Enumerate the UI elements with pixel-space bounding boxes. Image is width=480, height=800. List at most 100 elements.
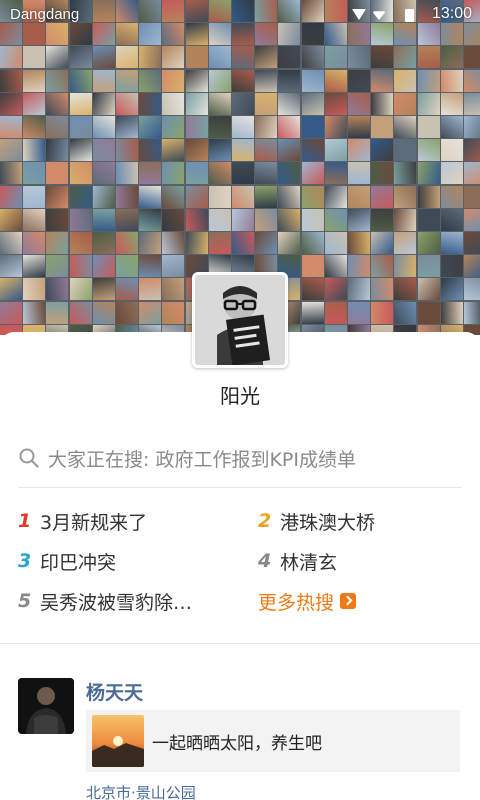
mosaic-photo-tile — [232, 92, 254, 115]
mosaic-photo-tile — [255, 46, 278, 69]
mosaic-photo-tile — [464, 255, 480, 278]
mosaic-photo-tile — [0, 278, 22, 301]
mosaic-photo-tile — [162, 232, 185, 254]
mosaic-photo-tile — [324, 255, 347, 278]
mosaic-photo-tile — [348, 69, 370, 92]
mosaic-photo-tile — [46, 185, 69, 208]
mosaic-photo-tile — [301, 92, 324, 115]
mosaic-photo-tile — [185, 162, 208, 185]
mosaic-photo-tile — [69, 301, 92, 324]
mosaic-photo-tile — [23, 92, 46, 115]
section-divider — [0, 643, 480, 644]
mosaic-photo-tile — [417, 69, 440, 92]
mosaic-photo-tile — [139, 185, 162, 208]
mosaic-photo-tile — [232, 232, 254, 254]
mosaic-photo-tile — [371, 208, 394, 231]
mosaic-photo-tile — [116, 255, 138, 278]
mosaic-photo-tile — [440, 92, 463, 115]
mosaic-photo-tile — [255, 116, 278, 138]
feed-author-name[interactable]: 杨天天 — [86, 678, 143, 705]
feed-author-avatar[interactable] — [18, 678, 74, 734]
mosaic-photo-tile — [371, 46, 394, 69]
mosaic-photo-tile — [116, 185, 138, 208]
mosaic-photo-tile — [440, 116, 463, 138]
signal-icon — [352, 9, 366, 20]
mosaic-photo-tile — [162, 185, 185, 208]
mosaic-photo-tile — [348, 301, 370, 324]
mosaic-photo-tile — [301, 208, 324, 231]
mosaic-photo-tile — [348, 278, 370, 301]
mosaic-photo-tile — [92, 116, 115, 138]
mosaic-photo-tile — [162, 69, 185, 92]
feed-shared-thumbnail — [92, 715, 144, 767]
hot-topic-item[interactable]: 1 3月新规来了 — [18, 505, 147, 537]
hot-topic-item[interactable]: 3 印巴冲突 — [18, 545, 116, 577]
mosaic-photo-tile — [394, 69, 417, 92]
mosaic-photo-tile — [301, 255, 324, 278]
mosaic-photo-tile — [440, 69, 463, 92]
hot-topic-rank: 4 — [258, 550, 272, 572]
mosaic-photo-tile — [23, 69, 46, 92]
mosaic-photo-tile — [69, 116, 92, 138]
mosaic-photo-tile — [324, 92, 347, 115]
mosaic-photo-tile — [417, 301, 440, 324]
mosaic-photo-tile — [116, 116, 138, 138]
hot-topic-rank: 1 — [18, 510, 32, 532]
mosaic-photo-tile — [417, 232, 440, 254]
hot-topic-title: 3月新规来了 — [40, 511, 148, 534]
mosaic-photo-tile — [324, 162, 347, 185]
mosaic-photo-tile — [69, 185, 92, 208]
search-bar[interactable]: 大家正在搜: 政府工作报到KPI成绩单 — [18, 440, 462, 476]
hot-topic-item[interactable]: 4 林清玄 — [258, 545, 337, 577]
hot-topic-item[interactable]: 5 吴秀波被雪豹除… — [18, 585, 192, 617]
mosaic-photo-tile — [324, 46, 347, 69]
feed-location[interactable]: 北京市·景山公园 — [86, 782, 196, 800]
mosaic-photo-tile — [371, 69, 394, 92]
hot-topic-title: 林清玄 — [280, 551, 338, 574]
profile-avatar[interactable] — [192, 272, 288, 368]
mosaic-photo-tile — [232, 185, 254, 208]
mosaic-photo-tile — [417, 116, 440, 138]
mosaic-photo-tile — [139, 162, 162, 185]
mosaic-photo-tile — [162, 162, 185, 185]
mosaic-photo-tile — [278, 139, 301, 162]
mosaic-photo-tile — [46, 92, 69, 115]
mosaic-photo-tile — [278, 162, 301, 185]
mosaic-photo-tile — [23, 255, 46, 278]
status-time: 13:00 — [431, 5, 472, 22]
mosaic-photo-tile — [0, 116, 22, 138]
mosaic-photo-tile — [464, 185, 480, 208]
mosaic-photo-tile — [162, 278, 185, 301]
hot-topic-title: 港珠澳大桥 — [280, 511, 376, 534]
mosaic-photo-tile — [371, 255, 394, 278]
mosaic-photo-tile — [0, 139, 22, 162]
mosaic-photo-tile — [301, 139, 324, 162]
mosaic-photo-tile — [464, 278, 480, 301]
mosaic-photo-tile — [116, 301, 138, 324]
mosaic-photo-tile — [464, 92, 480, 115]
mosaic-photo-tile — [69, 232, 92, 254]
mosaic-photo-tile — [116, 46, 138, 69]
mosaic-photo-tile — [464, 46, 480, 69]
mosaic-photo-tile — [417, 185, 440, 208]
feed-shared-text: 一起晒晒太阳，养生吧 — [152, 733, 322, 754]
mosaic-photo-tile — [324, 278, 347, 301]
hot-topic-item[interactable]: 2 港珠澳大桥 — [258, 505, 375, 537]
more-hot-topics-link[interactable]: 更多热搜 — [258, 585, 357, 617]
mosaic-photo-tile — [278, 185, 301, 208]
mosaic-photo-tile — [348, 232, 370, 254]
profile-name[interactable]: 阳光 — [0, 380, 480, 409]
mosaic-photo-tile — [0, 232, 22, 254]
mosaic-photo-tile — [139, 69, 162, 92]
mosaic-photo-tile — [92, 255, 115, 278]
hot-topic-title: 印巴冲突 — [40, 551, 117, 574]
feed-shared-card[interactable]: 一起晒晒太阳，养生吧 — [86, 710, 460, 772]
mosaic-photo-tile — [185, 116, 208, 138]
mosaic-photo-tile — [417, 255, 440, 278]
wifi-icon — [372, 11, 386, 20]
feed-author-avatar-image — [18, 678, 74, 734]
mosaic-photo-tile — [46, 278, 69, 301]
mosaic-photo-tile — [440, 185, 463, 208]
mosaic-photo-tile — [92, 162, 115, 185]
mosaic-photo-tile — [139, 255, 162, 278]
